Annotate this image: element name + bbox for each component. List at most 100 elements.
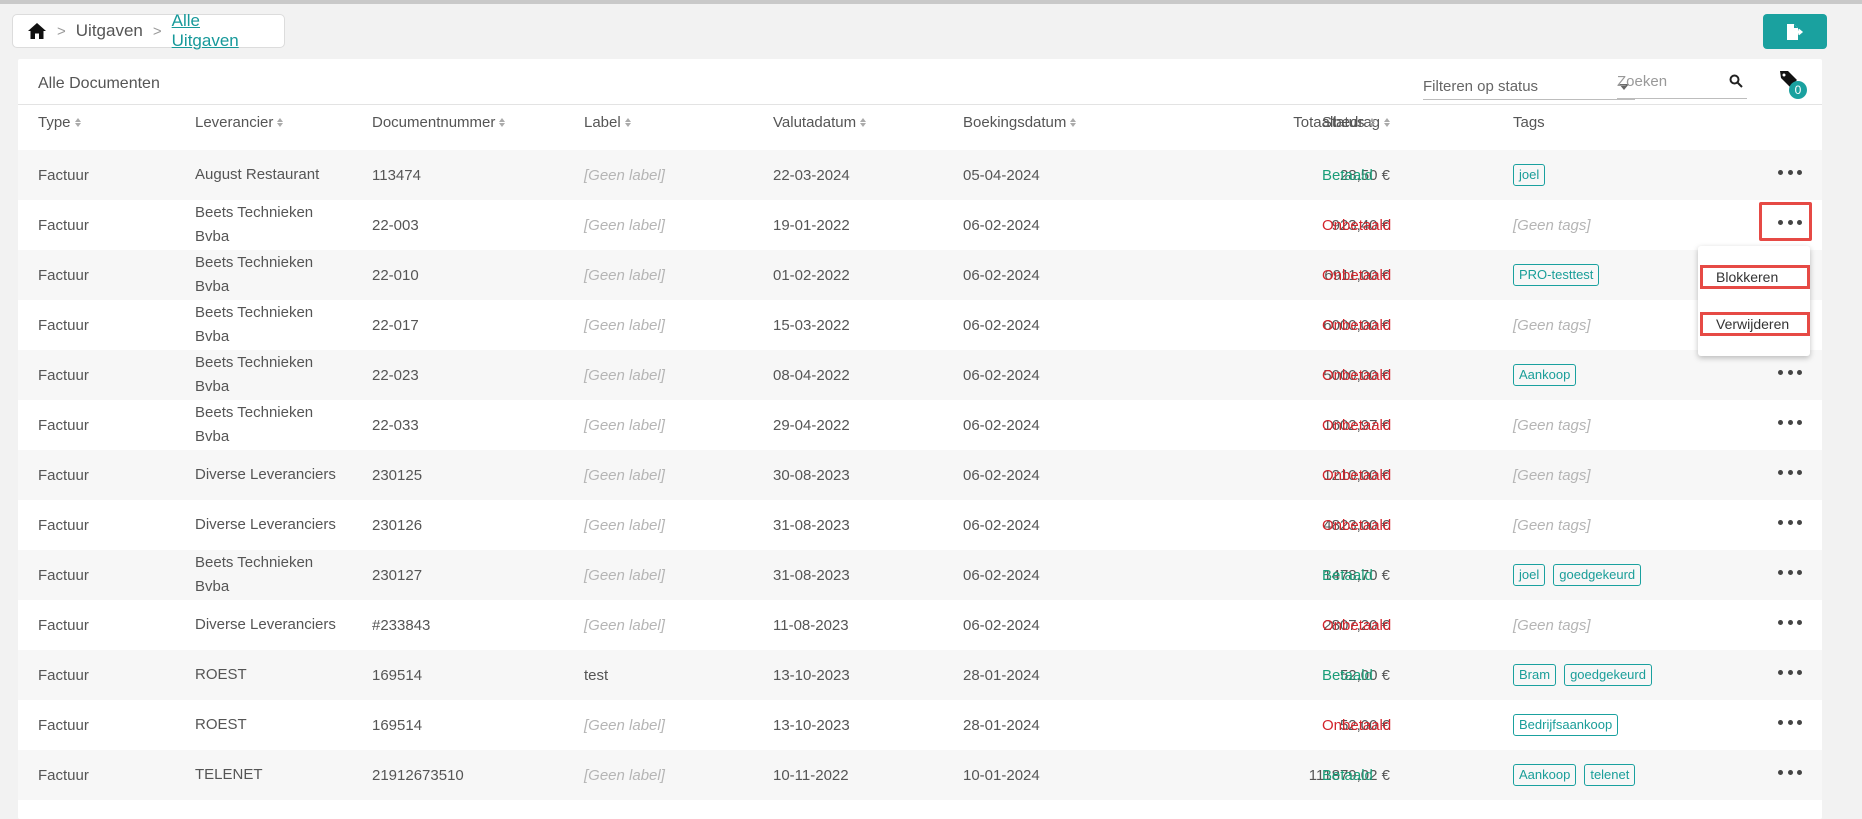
column-header-status[interactable]: Status	[1322, 114, 1375, 131]
more-actions-icon[interactable]	[1778, 464, 1802, 480]
sort-icon[interactable]	[1368, 118, 1375, 127]
column-header-label[interactable]: Label	[584, 114, 631, 131]
sort-icon[interactable]	[1384, 118, 1390, 127]
cell-status: Onbetaald	[1322, 366, 1392, 384]
column-header-tags[interactable]: Tags	[1513, 114, 1545, 131]
menu-item-blokkeren[interactable]: Blokkeren	[1700, 265, 1810, 289]
more-actions-icon[interactable]	[1778, 564, 1802, 580]
table-row[interactable]: Factuur TELENET 21912673510 [Geen label] 10-…	[18, 750, 1822, 800]
cell-type: Factuur	[38, 166, 89, 184]
sort-icon[interactable]	[860, 118, 867, 127]
more-actions-icon[interactable]	[1778, 664, 1802, 680]
column-header-boekingsdatum[interactable]: Boekingsdatum	[963, 114, 1077, 131]
search-icon[interactable]	[1729, 74, 1743, 92]
cell-supplier: Diverse Leveranciers	[195, 600, 336, 650]
highlight-more-button	[1759, 202, 1812, 241]
table-row[interactable]: Factuur Beets Technieken Bvba 230127 [Geen l…	[18, 550, 1822, 600]
column-header-valutadatum[interactable]: Valutadatum	[773, 114, 867, 131]
cell-status: Onbetaald	[1322, 416, 1392, 434]
cell-document-number: 22-010	[372, 266, 419, 284]
export-button[interactable]	[1763, 14, 1827, 49]
table-row[interactable]: Factuur Beets Technieken Bvba 22-003 [Geen l…	[18, 200, 1822, 250]
more-actions-icon[interactable]	[1778, 164, 1802, 180]
tag-chip[interactable]: goedgekeurd	[1553, 564, 1642, 586]
cell-label: [Geen label]	[584, 316, 665, 334]
supplier-line: August Restaurant	[195, 166, 320, 183]
cell-document-number: 230126	[372, 516, 423, 534]
supplier-line: Bvba	[195, 328, 230, 345]
sort-icon[interactable]	[74, 118, 81, 127]
tag-chip[interactable]: Aankoop	[1513, 764, 1577, 786]
tag-chip[interactable]: joel	[1513, 164, 1546, 186]
tag-chip[interactable]: Bedrijfsaankoop	[1513, 714, 1619, 736]
cell-tags: PRO-testtest	[1513, 250, 1607, 300]
column-header-documentnummer[interactable]: Documentnummer	[372, 114, 506, 131]
tag-chip[interactable]: Bram	[1513, 664, 1557, 686]
sort-icon[interactable]	[499, 118, 506, 127]
breadcrumb: > Uitgaven > Alle Uitgaven	[12, 11, 285, 51]
supplier-line: Diverse Leveranciers	[195, 466, 336, 483]
tag-filter-button[interactable]: 0	[1779, 69, 1809, 99]
tag-chip[interactable]: joel	[1513, 564, 1546, 586]
column-header-leverancier[interactable]: Leverancier	[195, 114, 284, 131]
cell-document-number: 169514	[372, 716, 423, 734]
table-row[interactable]: Factuur Beets Technieken Bvba 22-017 [Geen l…	[18, 300, 1822, 350]
cell-supplier: Beets Technieken Bvba	[195, 200, 313, 250]
table-row[interactable]: Factuur Beets Technieken Bvba 22-010 [Geen l…	[18, 250, 1822, 300]
cell-supplier: Beets Technieken Bvba	[195, 300, 313, 350]
more-actions-icon[interactable]	[1778, 614, 1802, 630]
cell-type: Factuur	[38, 616, 89, 634]
table-row[interactable]: Factuur ROEST 169514 [Geen label] 13-10-2023…	[18, 700, 1822, 750]
no-tags-text: [Geen tags]	[1513, 516, 1591, 534]
table-row[interactable]: Factuur August Restaurant 113474 [Geen labe…	[18, 150, 1822, 200]
table-row[interactable]: Factuur Beets Technieken Bvba 22-033 [Geen l…	[18, 400, 1822, 450]
more-actions-icon[interactable]	[1778, 764, 1802, 780]
supplier-line: Beets Technieken	[195, 404, 314, 421]
cell-valutadatum: 13-10-2023	[773, 666, 850, 684]
home-icon[interactable]	[27, 22, 47, 40]
more-actions-icon[interactable]	[1778, 714, 1802, 730]
sort-icon[interactable]	[277, 118, 284, 127]
cell-valutadatum: 08-04-2022	[773, 366, 850, 384]
cell-label: [Geen label]	[584, 416, 665, 434]
status-filter-select[interactable]: Filteren op status	[1423, 74, 1635, 100]
cell-boekingsdatum: 06-02-2024	[963, 516, 1040, 534]
table-row[interactable]: Factuur Diverse Leveranciers 230126 [Geen l…	[18, 500, 1822, 550]
column-header-type[interactable]: Type	[38, 114, 81, 131]
cell-tags: [Geen tags]	[1513, 500, 1591, 550]
search-input[interactable]	[1617, 71, 1717, 92]
cell-tags: [Geen tags]	[1513, 200, 1591, 250]
cell-status: Betaald	[1322, 566, 1373, 584]
supplier-line: Bvba	[195, 428, 230, 445]
breadcrumb-item-alle-uitgaven[interactable]: Alle Uitgaven	[172, 11, 270, 51]
more-actions-icon[interactable]	[1778, 514, 1802, 530]
more-actions-icon[interactable]	[1778, 364, 1802, 380]
tag-chip[interactable]: goedgekeurd	[1564, 664, 1652, 686]
tag-chip[interactable]: PRO-testtest	[1513, 264, 1600, 286]
table-row[interactable]: Factuur Beets Technieken Bvba 22-023 [Geen l…	[18, 350, 1822, 400]
card-title: Alle Documenten	[38, 75, 160, 92]
cell-valutadatum: 10-11-2022	[773, 766, 849, 784]
cell-supplier: ROEST	[195, 650, 247, 700]
cell-type: Factuur	[38, 366, 89, 384]
cell-label: [Geen label]	[584, 366, 665, 384]
cell-document-number: 21912673510	[372, 766, 464, 784]
cell-label: [Geen label]	[584, 616, 665, 634]
tag-chip[interactable]: telenet	[1584, 764, 1636, 786]
table-row[interactable]: Factuur Diverse Leveranciers #233843 [Geen …	[18, 600, 1822, 650]
tag-count-badge: 0	[1789, 81, 1807, 99]
menu-item-verwijderen[interactable]: Verwijderen	[1700, 312, 1810, 336]
cell-supplier: Diverse Leveranciers	[195, 500, 336, 550]
sort-icon[interactable]	[1070, 118, 1077, 127]
sort-icon[interactable]	[624, 118, 631, 127]
table-row[interactable]: Factuur ROEST 169514 test 13-10-2023 28-01-20…	[18, 650, 1822, 700]
breadcrumb-item-uitgaven[interactable]: Uitgaven	[76, 21, 143, 41]
cell-supplier: Beets Technieken Bvba	[195, 250, 313, 300]
cell-document-number: 22-033	[372, 416, 419, 434]
cell-boekingsdatum: 28-01-2024	[963, 666, 1040, 684]
tag-chip[interactable]: Aankoop	[1513, 364, 1577, 386]
cell-tags: joel goedgekeurd	[1513, 550, 1649, 600]
table-row[interactable]: Factuur Diverse Leveranciers 230125 [Geen l…	[18, 450, 1822, 500]
more-actions-icon[interactable]	[1778, 414, 1802, 430]
cell-status: Onbetaald	[1322, 316, 1392, 334]
